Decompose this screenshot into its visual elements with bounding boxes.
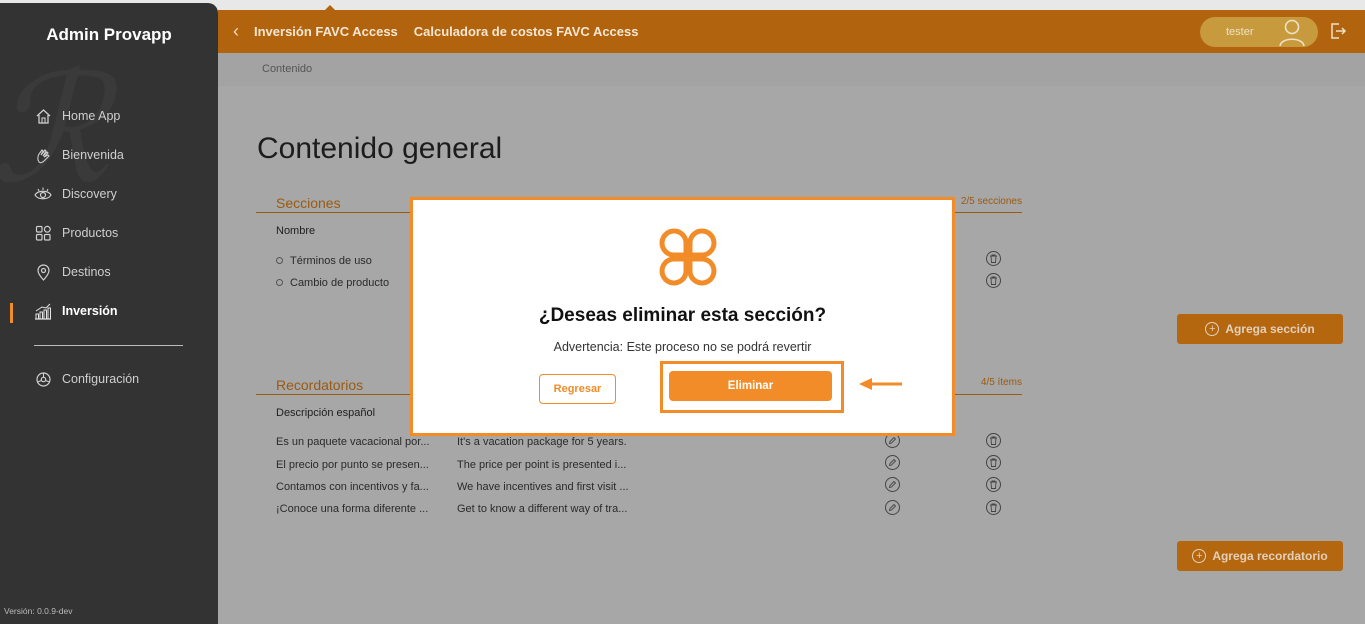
top-bar: ‹ Inversión FAVC Access Calculadora de c… (218, 5, 1365, 53)
trash-icon[interactable] (986, 455, 1001, 470)
tab-notch (325, 5, 335, 10)
table-cell-en: It's a vacation package for 5 years. (457, 436, 627, 448)
tab-inversion-favc[interactable]: Inversión FAVC Access (254, 24, 398, 39)
plus-icon: + (1205, 322, 1220, 336)
reminders-heading: Recordatorios (276, 377, 364, 393)
reminders-count: 4/5 ítems (980, 377, 1022, 388)
active-indicator (10, 303, 13, 323)
trash-icon[interactable] (986, 500, 1001, 515)
table-cell-es: ¡Conoce una forma diferente ... (276, 503, 429, 515)
clover-logo-icon (659, 228, 717, 286)
sidebar-item-discovery[interactable]: Discovery (34, 185, 117, 203)
user-avatar-icon (1279, 19, 1305, 46)
list-item: Términos de uso (276, 255, 372, 267)
trash-icon[interactable] (986, 477, 1001, 492)
tab-calculadora-costos[interactable]: Calculadora de costos FAVC Access (414, 24, 639, 39)
sidebar-item-label: Inversión (62, 304, 118, 318)
sidebar-item-label: Home App (62, 109, 121, 123)
sidebar-item-label: Productos (62, 226, 119, 240)
table-cell-en: We have incentives and first visit ... (457, 481, 629, 493)
add-section-button[interactable]: + Agrega sección (1177, 314, 1343, 344)
column-header-descripcion: Descripción español (276, 407, 376, 419)
list-item: Cambio de producto (276, 277, 389, 289)
wave-hand-icon (34, 146, 52, 164)
app-title: Admin Provapp (46, 25, 172, 44)
edit-icon[interactable] (885, 500, 900, 515)
trash-icon[interactable] (986, 251, 1001, 266)
sidebar-item-configuracion[interactable]: Configuración (34, 370, 139, 388)
sub-breadcrumb: Contenido (218, 53, 1365, 86)
trash-icon[interactable] (986, 433, 1001, 448)
eye-icon (34, 185, 52, 203)
plus-icon: + (1192, 549, 1207, 563)
table-cell-es: El precio por punto se presen... (276, 459, 429, 471)
radio-icon[interactable] (276, 257, 283, 264)
edit-icon[interactable] (885, 477, 900, 492)
modal-warning: Advertencia: Este proceso no se podrá re… (553, 340, 812, 354)
sidebar-divider (34, 345, 183, 346)
user-menu[interactable]: tester (1200, 17, 1318, 47)
sidebar-item-label: Bienvenida (62, 148, 124, 162)
bar-chart-icon (34, 302, 52, 320)
sidebar: ℛ Admin Provapp Home App Bienvenida Disc… (0, 3, 218, 624)
home-icon (34, 107, 52, 125)
breadcrumb: Contenido (262, 63, 313, 75)
add-reminder-button[interactable]: + Agrega recordatorio (1177, 541, 1343, 571)
table-cell-en: Get to know a different way of tra... (457, 503, 628, 515)
sidebar-item-home-app[interactable]: Home App (34, 107, 120, 125)
sidebar-item-label: Discovery (62, 187, 117, 201)
location-pin-icon (34, 263, 52, 281)
radio-icon[interactable] (276, 279, 283, 286)
sidebar-item-bienvenida[interactable]: Bienvenida (34, 146, 124, 164)
sidebar-item-productos[interactable]: Productos (34, 224, 118, 242)
sidebar-item-label: Configuración (62, 372, 140, 386)
trash-icon[interactable] (986, 273, 1001, 288)
logout-icon[interactable] (1329, 22, 1347, 40)
sidebar-item-inversion[interactable]: Inversión (34, 302, 118, 320)
grid-icon (34, 224, 52, 242)
sidebar-item-label: Destinos (62, 265, 111, 279)
delete-button[interactable]: Eliminar (669, 371, 832, 401)
table-cell-en: The price per point is presented i... (457, 459, 627, 471)
table-cell-es: Contamos con incentivos y fa... (276, 481, 429, 493)
pointer-arrow-icon (859, 378, 902, 390)
edit-icon[interactable] (885, 455, 900, 470)
sections-heading: Secciones (276, 195, 341, 211)
settings-icon (34, 370, 52, 388)
back-button[interactable]: Regresar (539, 374, 616, 404)
sections-count: 2/5 secciones (960, 196, 1022, 207)
modal-title: ¿Deseas eliminar esta sección? (538, 305, 827, 326)
username: tester (1226, 26, 1254, 38)
table-cell-es: Es un paquete vacacional por... (276, 436, 430, 448)
version-label: Versión: 0.0.9-dev (4, 606, 73, 616)
sidebar-item-destinos[interactable]: Destinos (34, 263, 111, 281)
page-title: Contenido general (257, 132, 503, 165)
column-header-nombre: Nombre (276, 225, 316, 237)
back-chevron-icon[interactable]: ‹ (218, 21, 254, 42)
